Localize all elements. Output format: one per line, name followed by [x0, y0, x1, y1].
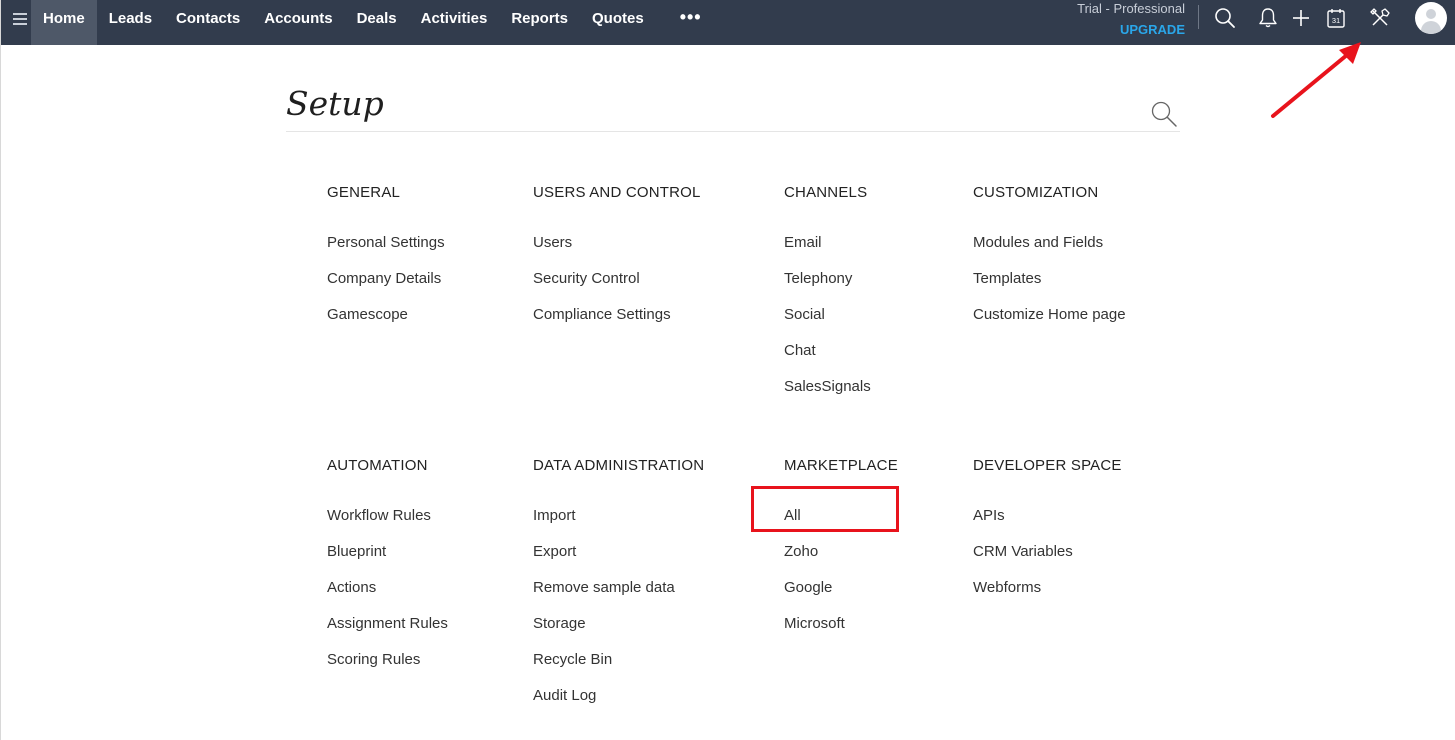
- more-modules-button[interactable]: •••: [656, 0, 702, 45]
- link-templates[interactable]: Templates: [973, 269, 1126, 305]
- upgrade-link[interactable]: UPGRADE: [1120, 22, 1185, 37]
- topbar-divider: [1198, 5, 1199, 29]
- section-developer-space: DEVELOPER SPACE APIs CRM Variables Webfo…: [973, 457, 1122, 614]
- nav-reports[interactable]: Reports: [499, 0, 580, 45]
- setup-tools-icon[interactable]: [1368, 6, 1392, 30]
- section-customization: CUSTOMIZATION Modules and Fields Templat…: [973, 184, 1126, 341]
- search-icon[interactable]: [1213, 6, 1237, 30]
- section-heading: USERS AND CONTROL: [533, 184, 701, 201]
- avatar[interactable]: [1415, 2, 1447, 34]
- link-social[interactable]: Social: [784, 305, 871, 341]
- section-users-and-control: USERS AND CONTROL Users Security Control…: [533, 184, 701, 341]
- section-heading: CHANNELS: [784, 184, 868, 201]
- link-actions[interactable]: Actions: [327, 578, 448, 614]
- link-users[interactable]: Users: [533, 233, 701, 269]
- nav-leads[interactable]: Leads: [97, 0, 164, 45]
- main-nav: Home Leads Contacts Accounts Deals Activ…: [31, 0, 702, 45]
- section-automation: AUTOMATION Workflow Rules Blueprint Acti…: [327, 457, 448, 686]
- link-marketplace-microsoft[interactable]: Microsoft: [784, 614, 898, 650]
- link-export[interactable]: Export: [533, 542, 704, 578]
- section-heading: CUSTOMIZATION: [973, 184, 1099, 201]
- link-salessignals[interactable]: SalesSignals: [784, 377, 871, 413]
- plus-icon[interactable]: [1289, 6, 1313, 30]
- link-modules-and-fields[interactable]: Modules and Fields: [973, 233, 1126, 269]
- link-security-control[interactable]: Security Control: [533, 269, 701, 305]
- link-webforms[interactable]: Webforms: [973, 578, 1122, 614]
- red-arrow-annotation: [1271, 42, 1361, 118]
- link-telephony[interactable]: Telephony: [784, 269, 871, 305]
- section-heading: DEVELOPER SPACE: [973, 457, 1122, 474]
- link-marketplace-zoho[interactable]: Zoho: [784, 542, 898, 578]
- calendar-day-label: 31: [1332, 16, 1340, 25]
- section-channels: CHANNELS Email Telephony Social Chat Sal…: [784, 184, 871, 413]
- hamburger-icon[interactable]: [13, 13, 27, 27]
- calendar-icon[interactable]: 31: [1324, 6, 1348, 30]
- nav-home[interactable]: Home: [31, 0, 97, 45]
- link-scoring-rules[interactable]: Scoring Rules: [327, 650, 448, 686]
- section-general: GENERAL Personal Settings Company Detail…: [327, 184, 445, 341]
- section-heading: AUTOMATION: [327, 457, 428, 474]
- bell-icon[interactable]: [1256, 6, 1280, 30]
- nav-deals[interactable]: Deals: [345, 0, 409, 45]
- link-personal-settings[interactable]: Personal Settings: [327, 233, 445, 269]
- section-heading: GENERAL: [327, 184, 401, 201]
- link-apis[interactable]: APIs: [973, 506, 1122, 542]
- link-email[interactable]: Email: [784, 233, 871, 269]
- link-marketplace-google[interactable]: Google: [784, 578, 898, 614]
- link-company-details[interactable]: Company Details: [327, 269, 445, 305]
- link-remove-sample-data[interactable]: Remove sample data: [533, 578, 704, 614]
- link-blueprint[interactable]: Blueprint: [327, 542, 448, 578]
- section-data-administration: DATA ADMINISTRATION Import Export Remove…: [533, 457, 704, 722]
- section-heading: MARKETPLACE: [784, 457, 898, 474]
- section-heading: DATA ADMINISTRATION: [533, 457, 705, 474]
- title-divider: [286, 131, 1180, 132]
- link-import[interactable]: Import: [533, 506, 704, 542]
- link-crm-variables[interactable]: CRM Variables: [973, 542, 1122, 578]
- link-audit-log[interactable]: Audit Log: [533, 686, 704, 722]
- top-navigation-bar: Home Leads Contacts Accounts Deals Activ…: [1, 0, 1455, 45]
- trial-plan-label: Trial - Professional: [1077, 1, 1185, 16]
- nav-contacts[interactable]: Contacts: [164, 0, 252, 45]
- link-customize-home-page[interactable]: Customize Home page: [973, 305, 1126, 341]
- link-assignment-rules[interactable]: Assignment Rules: [327, 614, 448, 650]
- link-workflow-rules[interactable]: Workflow Rules: [327, 506, 448, 542]
- link-recycle-bin[interactable]: Recycle Bin: [533, 650, 704, 686]
- link-storage[interactable]: Storage: [533, 614, 704, 650]
- link-gamescope[interactable]: Gamescope: [327, 305, 445, 341]
- highlight-box: [751, 486, 899, 532]
- search-icon[interactable]: [1150, 100, 1178, 128]
- page-title: Setup: [286, 84, 384, 123]
- nav-quotes[interactable]: Quotes: [580, 0, 656, 45]
- link-chat[interactable]: Chat: [784, 341, 871, 377]
- link-compliance-settings[interactable]: Compliance Settings: [533, 305, 701, 341]
- nav-activities[interactable]: Activities: [409, 0, 500, 45]
- nav-accounts[interactable]: Accounts: [252, 0, 344, 45]
